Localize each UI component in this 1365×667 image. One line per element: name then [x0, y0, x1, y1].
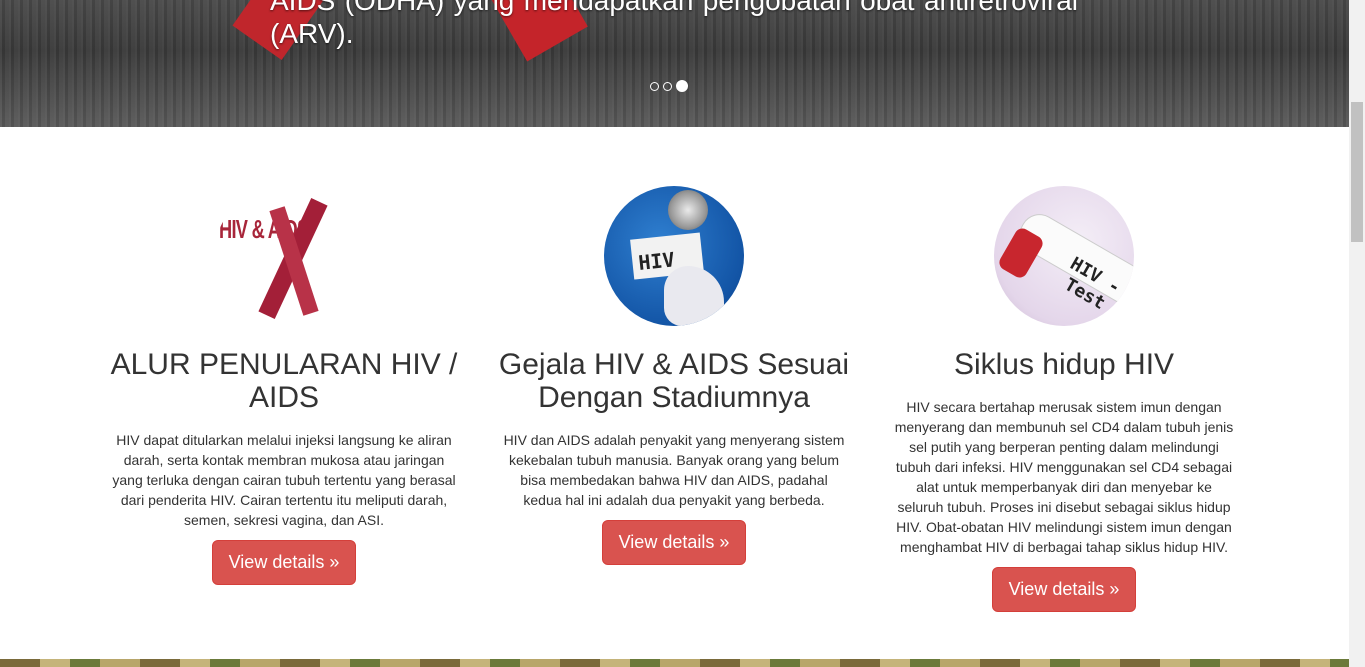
- carousel-indicator-2[interactable]: [663, 81, 672, 91]
- feature-description: HIV dan AIDS adalah penyakit yang menyer…: [503, 432, 845, 508]
- hiv-aids-logo-image: HIV & AIDS: [214, 186, 354, 326]
- scrollbar-thumb[interactable]: [1351, 102, 1363, 242]
- feature-description: HIV dapat ditularkan melalui injeksi lan…: [112, 432, 456, 528]
- feature-title: Siklus hidup HIV: [953, 348, 1175, 381]
- hiv-diagnosis-image: HIV: [604, 186, 744, 326]
- view-details-button[interactable]: View details »: [211, 540, 357, 585]
- page-scrollbar[interactable]: [1349, 0, 1365, 667]
- hiv-test-tube-image: HIV - Test: [994, 186, 1134, 326]
- carousel-indicator-3[interactable]: [676, 80, 688, 92]
- feature-title: ALUR PENULARAN HIV / AIDS: [110, 348, 458, 414]
- view-details-button[interactable]: View details »: [991, 567, 1137, 612]
- carousel-indicator-1[interactable]: [650, 81, 659, 91]
- image-carousel[interactable]: AIDS (ODHA) yang mendapatkan pengobatan …: [0, 0, 1349, 127]
- feature-column-2: HIV Gejala HIV & AIDS Sesuai Dengan Stad…: [494, 186, 854, 565]
- feature-column-1: HIV & AIDS ALUR PENULARAN HIV / AIDS HIV…: [104, 186, 464, 585]
- view-details-button[interactable]: View details »: [601, 520, 747, 565]
- diagnosis-text: HIV: [637, 247, 676, 275]
- feature-description: HIV secara bertahap merusak sistem imun …: [894, 399, 1234, 555]
- stethoscope-shape: [668, 190, 708, 230]
- carousel-caption: AIDS (ODHA) yang mendapatkan pengobatan …: [270, 0, 1078, 49]
- footer-decorative-strip: [0, 659, 1349, 667]
- glove-shape: [664, 266, 724, 326]
- feature-title: Gejala HIV & AIDS Sesuai Dengan Stadiumn…: [498, 348, 850, 414]
- feature-column-3: HIV - Test Siklus hidup HIV HIV secara b…: [884, 186, 1244, 612]
- carousel-indicators: [650, 80, 688, 92]
